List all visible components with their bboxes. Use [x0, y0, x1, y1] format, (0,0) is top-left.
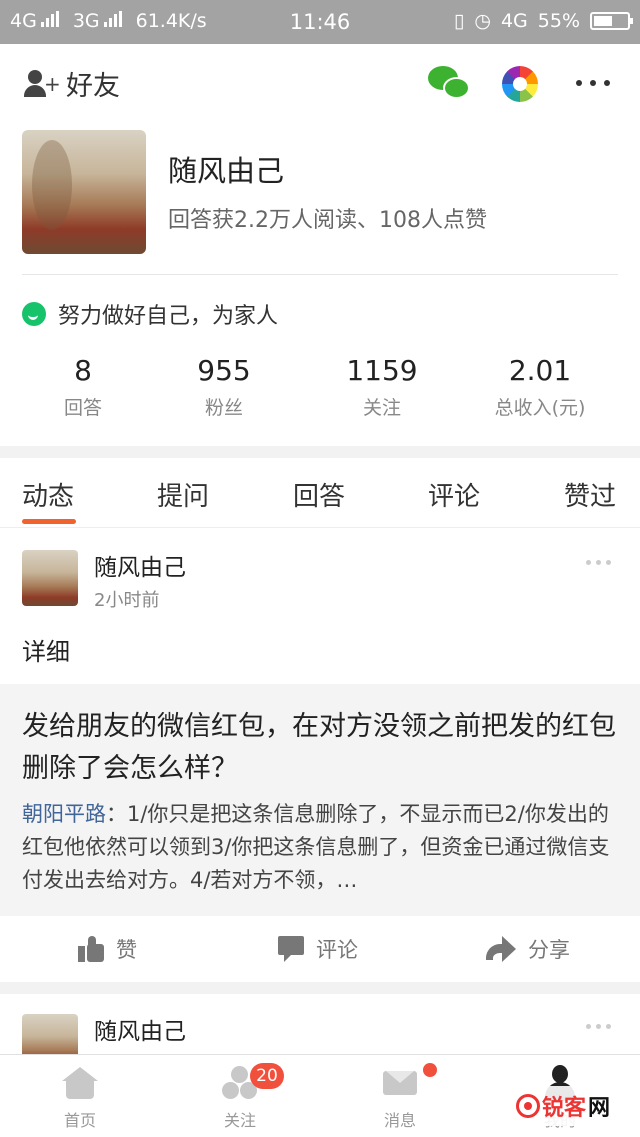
counter-value: 8	[74, 354, 92, 387]
card-more-icon[interactable]	[586, 560, 611, 565]
motto-text: 努力做好自己，为家人	[58, 304, 279, 329]
like-button[interactable]: 赞	[78, 934, 137, 964]
share-arrow-icon	[486, 936, 516, 962]
profile-username: 随风由己	[168, 154, 285, 188]
top-nav: + 好友	[0, 44, 640, 122]
counter-label: 回答	[63, 397, 102, 419]
tab-questions[interactable]: 提问	[157, 476, 209, 513]
thumbs-up-icon	[78, 936, 104, 962]
watermark-text-suffix: 网	[588, 1096, 611, 1121]
comment-icon	[278, 936, 304, 962]
share-label: 分享	[528, 938, 570, 962]
counter-label: 粉丝	[204, 397, 243, 419]
card-author[interactable]: 随风由己	[94, 1012, 186, 1046]
share-button[interactable]: 分享	[486, 934, 570, 964]
answer-text: ：1/你只是把这条信息删除了，不显示而已2/你发出的红包他依然可以领到3/你把这…	[22, 802, 610, 892]
like-label: 赞	[116, 938, 137, 962]
active-tab-indicator	[22, 519, 76, 524]
card-actions: 赞 评论 分享	[0, 916, 640, 982]
card-timestamp: 2小时前	[94, 590, 160, 611]
tab-liked[interactable]: 赞过	[564, 476, 616, 513]
card-avatar[interactable]	[22, 1014, 78, 1054]
tab-comments[interactable]: 评论	[428, 476, 480, 513]
tab-activity[interactable]: 动态	[22, 476, 74, 513]
add-friend-button[interactable]: + 好友	[24, 64, 120, 103]
profile-avatar[interactable]	[22, 130, 146, 254]
vibrate-icon: ▯	[453, 10, 465, 32]
counter-fans[interactable]: 955 粉丝	[166, 354, 282, 420]
signature-icon	[22, 302, 46, 326]
counter-income[interactable]: 2.01 总收入(元)	[482, 354, 598, 420]
add-person-icon: +	[24, 68, 61, 100]
feed-card: 随风由己 2小时前 详细 发给朋友的微信红包，在对方没领之前把发的红包删除了会怎…	[0, 528, 640, 982]
profile-header: + 好友 随风由己 回答获2.2万人阅读、108人点赞 努力做好自己，为家人 8…	[0, 44, 640, 446]
counter-value: 2.01	[508, 354, 572, 387]
wechat-share-icon[interactable]	[428, 66, 472, 102]
feed-card: 随风由己	[0, 994, 640, 1054]
card-detail-label: 详细	[22, 638, 70, 666]
answer-author[interactable]: 朝阳平路	[22, 802, 106, 826]
profile-tabs: 动态 提问 回答 评论 赞过	[0, 458, 640, 528]
counter-label: 总收入(元)	[494, 397, 586, 419]
counter-value: 1159	[346, 354, 418, 387]
watermark-text: 锐客	[542, 1096, 587, 1121]
nav-home[interactable]: 首页	[40, 1065, 120, 1131]
watermark-icon	[516, 1094, 540, 1118]
profile-stats-line: 回答获2.2万人阅读、108人点赞	[168, 208, 487, 233]
moments-share-icon[interactable]	[502, 66, 538, 102]
tab-answers[interactable]: 回答	[293, 476, 345, 513]
add-friend-label: 好友	[66, 71, 120, 102]
nav-label: 首页	[63, 1111, 96, 1130]
envelope-icon	[382, 1065, 418, 1101]
profile-motto: 努力做好自己，为家人	[22, 298, 278, 330]
more-options-icon[interactable]	[576, 80, 610, 86]
alarm-icon: ◷	[474, 10, 491, 32]
question-title[interactable]: 发给朋友的微信红包，在对方没领之前把发的红包删除了会怎么样？	[22, 706, 618, 790]
nav-label: 关注	[223, 1111, 256, 1130]
watermark-logo: 锐客 网	[512, 1086, 636, 1126]
counter-value: 955	[197, 354, 251, 387]
divider	[22, 274, 618, 275]
status-right: ▯ ◷ 4G 55%	[453, 10, 633, 32]
status-bar: 4G 3G 61.4K/s 11:46 ▯ ◷ 4G 55%	[0, 0, 640, 44]
card-avatar[interactable]	[22, 550, 78, 606]
counter-answers[interactable]: 8 回答	[0, 354, 166, 420]
nav-label: 消息	[383, 1111, 416, 1130]
battery-icon	[590, 12, 633, 30]
counter-following[interactable]: 1159 关注	[282, 354, 482, 420]
profile-counters: 8 回答 955 粉丝 1159 关注 2.01 总收入(元)	[0, 354, 640, 420]
card-author[interactable]: 随风由己	[94, 548, 186, 582]
comment-label: 评论	[316, 938, 358, 962]
battery-percent: 55%	[537, 10, 580, 32]
network-indicator-3: 4G	[500, 10, 528, 32]
comment-button[interactable]: 评论	[278, 934, 358, 964]
answer-excerpt[interactable]: 朝阳平路：1/你只是把这条信息删除了，不显示而已2/你发出的红包他依然可以领到3…	[22, 798, 618, 897]
follow-count-badge: 20	[250, 1063, 284, 1089]
message-dot-badge	[423, 1063, 437, 1077]
home-icon	[62, 1065, 98, 1101]
counter-label: 关注	[362, 397, 401, 419]
question-box[interactable]: 发给朋友的微信红包，在对方没领之前把发的红包删除了会怎么样？ 朝阳平路：1/你只…	[0, 684, 640, 916]
card-more-icon[interactable]	[586, 1024, 611, 1029]
